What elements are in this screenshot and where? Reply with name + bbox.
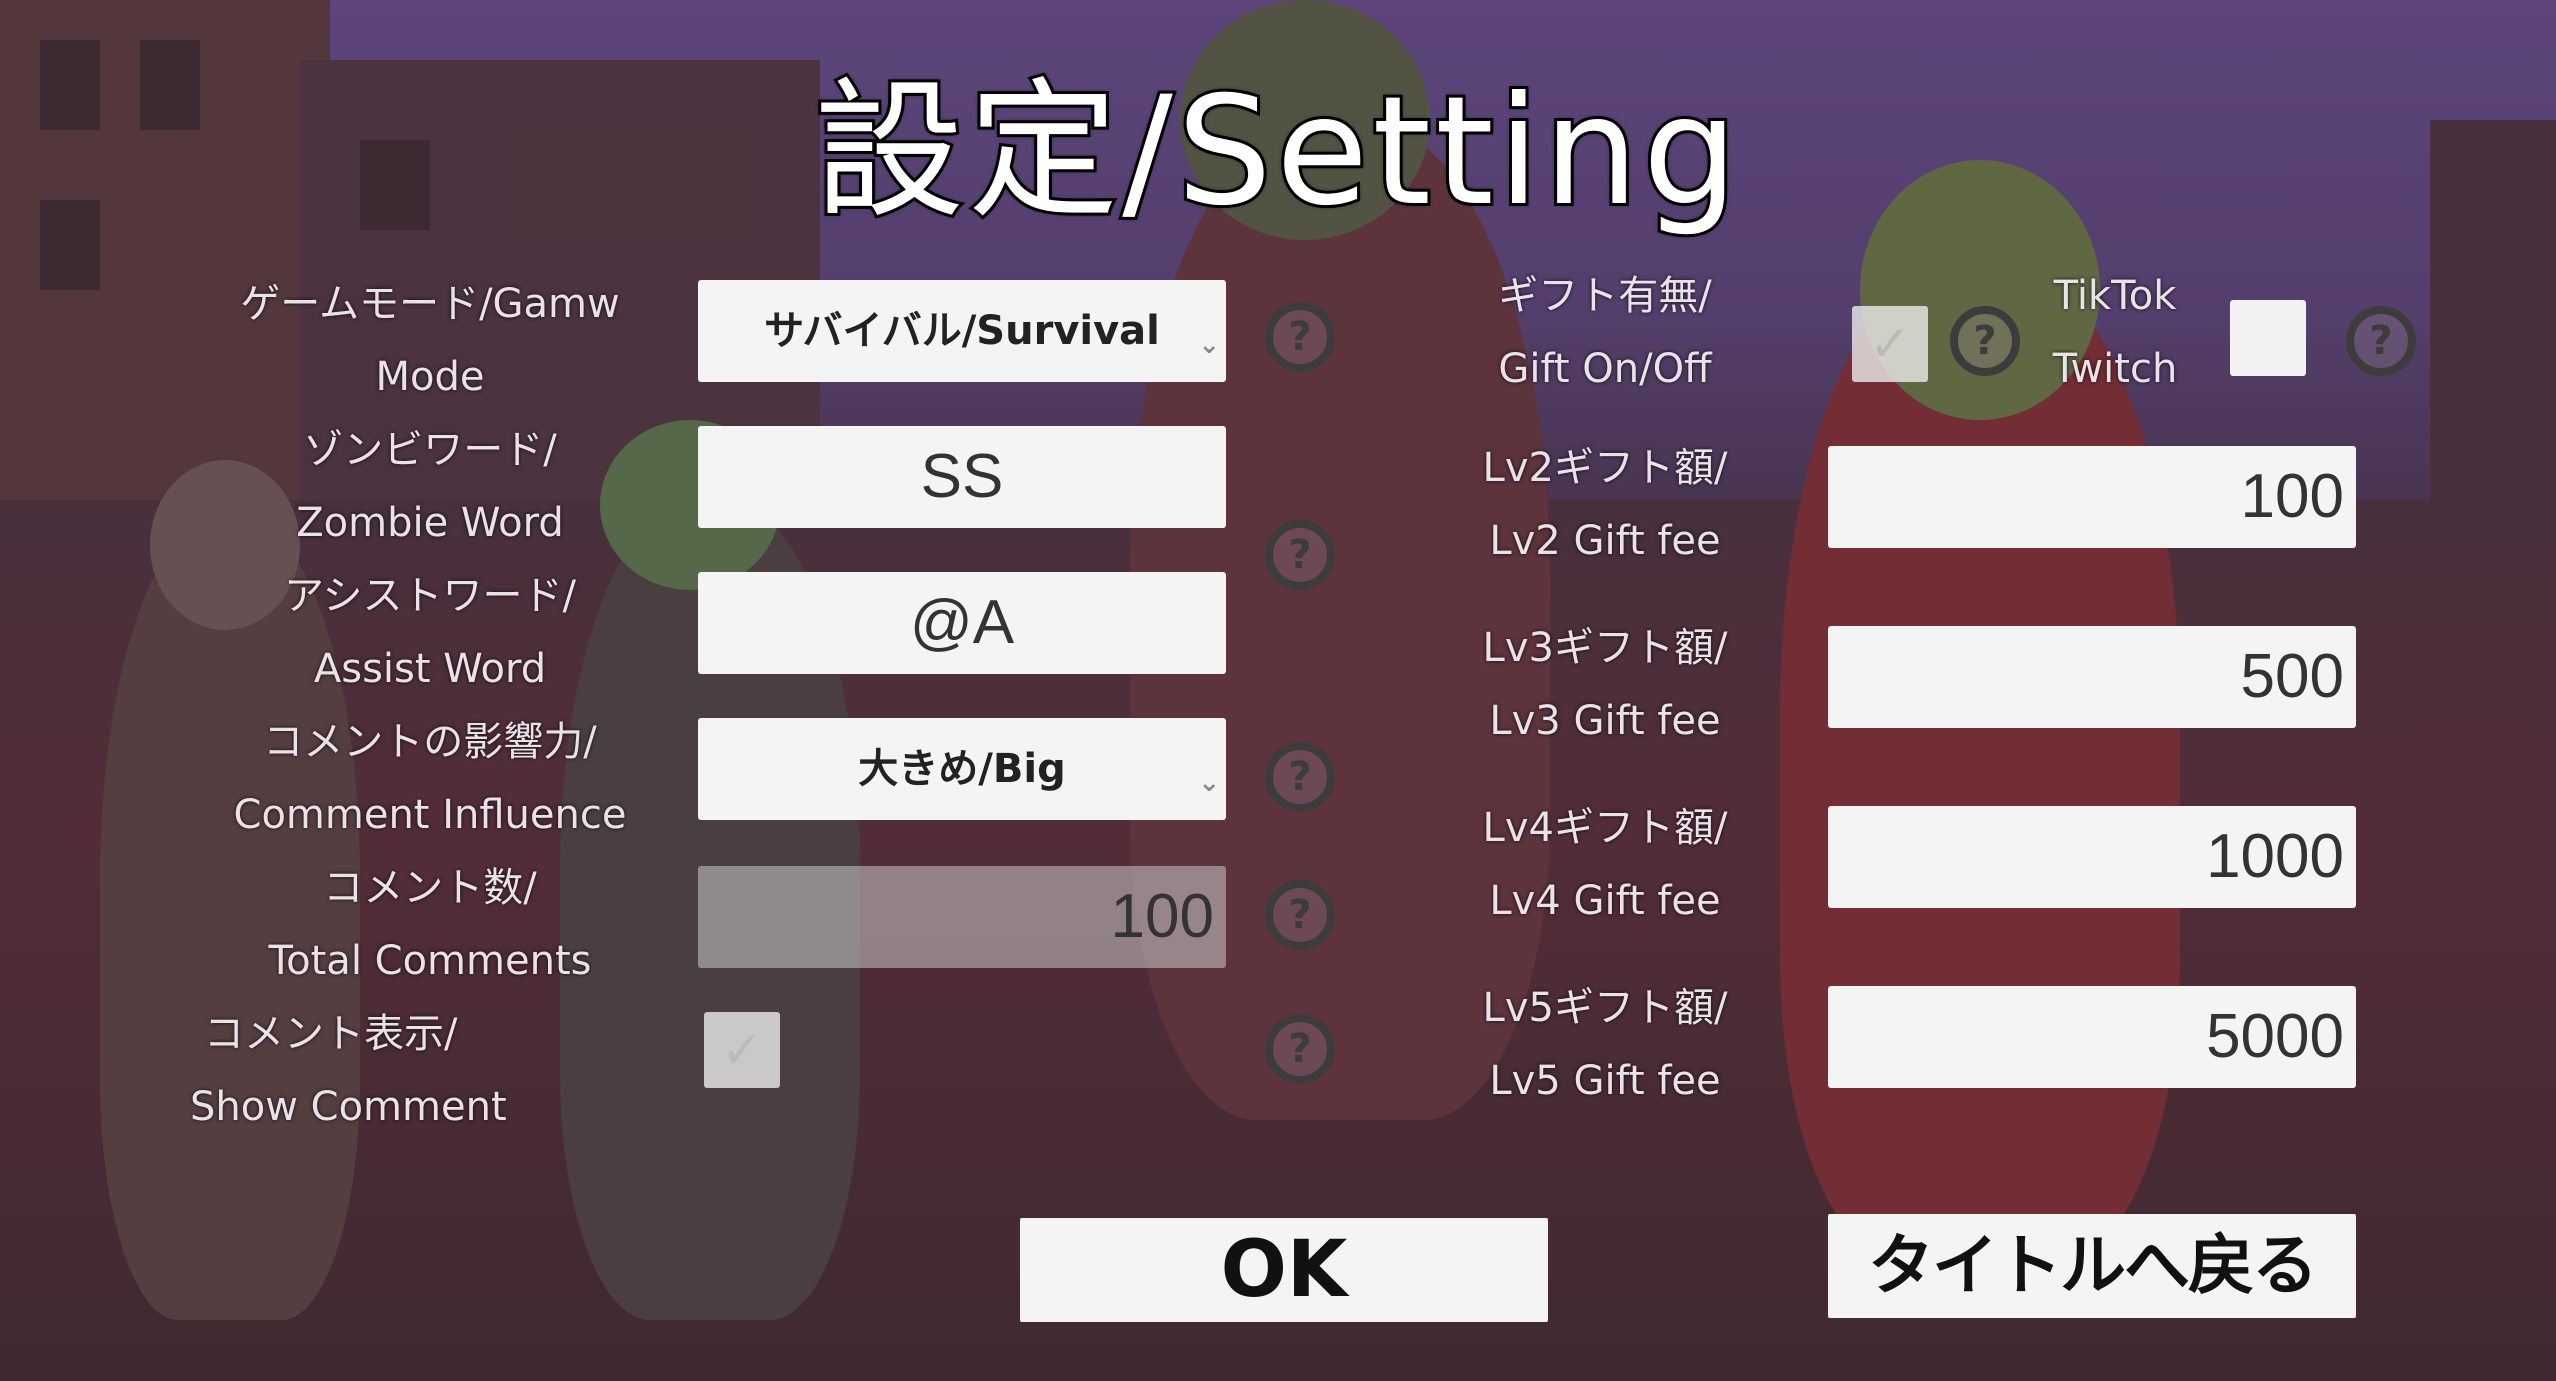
lv5-gift-input[interactable]: 5000 — [1828, 986, 2356, 1088]
total-comments-label: コメント数/Total Comments — [268, 865, 592, 984]
assist-word-label: アシストワード/Assist Word — [284, 573, 576, 692]
lv3-gift-label: Lv3ギフト額/Lv3 Gift fee — [1482, 625, 1728, 744]
lv2-gift-label: Lv2ギフト額/Lv2 Gift fee — [1482, 445, 1728, 564]
total-comments-input: 100 — [698, 866, 1226, 968]
lv5-gift-label: Lv5ギフト額/Lv5 Gift fee — [1482, 985, 1728, 1104]
show-comment-label: コメント表示/Show Comment — [190, 1011, 507, 1130]
help-icon-platform[interactable]: ? — [2346, 306, 2416, 376]
help-icon-game-mode[interactable]: ? — [1265, 302, 1335, 372]
gift-toggle-label: ギフト有無/Gift On/Off — [1498, 273, 1712, 392]
game-mode-label: ゲームモード/Gamw Mode — [240, 281, 620, 400]
help-icon-total-comments[interactable]: ? — [1265, 880, 1335, 950]
comment-influence-label: コメントの影響力/Comment Influence — [233, 719, 627, 838]
platform-checkbox[interactable] — [2230, 300, 2306, 376]
page-title: 設定/Setting — [811, 62, 1742, 242]
game-mode-dropdown[interactable]: サバイバル/Survival ⌄ — [698, 280, 1226, 382]
comment-influence-dropdown[interactable]: 大きめ/Big ⌄ — [698, 718, 1226, 820]
gift-checkbox[interactable]: ✓ — [1852, 306, 1928, 382]
assist-word-input[interactable]: @A — [698, 572, 1226, 674]
lv2-gift-input[interactable]: 100 — [1828, 446, 2356, 548]
show-comment-checkbox[interactable]: ✓ — [704, 1012, 780, 1088]
help-icon-show-comment[interactable]: ? — [1265, 1014, 1335, 1084]
chevron-down-icon: ⌄ — [1198, 330, 1220, 360]
help-icon-comment-influence[interactable]: ? — [1265, 742, 1335, 812]
zombie-word-input[interactable]: SS — [698, 426, 1226, 528]
ok-button[interactable]: OK — [1020, 1218, 1548, 1322]
platform-label: TikTok Twitch — [2052, 273, 2178, 392]
help-icon-word[interactable]: ? — [1265, 520, 1335, 590]
lv4-gift-input[interactable]: 1000 — [1828, 806, 2356, 908]
lv4-gift-label: Lv4ギフト額/Lv4 Gift fee — [1482, 805, 1728, 924]
back-to-title-button[interactable]: タイトルへ戻る — [1828, 1214, 2356, 1318]
help-icon-gift[interactable]: ? — [1950, 306, 2020, 376]
chevron-down-icon: ⌄ — [1198, 768, 1220, 798]
lv3-gift-input[interactable]: 500 — [1828, 626, 2356, 728]
zombie-word-label: ゾンビワード/Zombie Word — [296, 427, 564, 546]
